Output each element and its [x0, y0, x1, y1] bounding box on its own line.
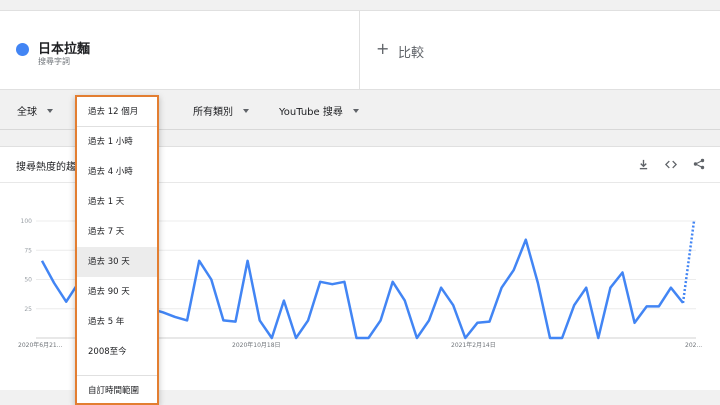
time-range-option[interactable]: 過去 7 天 [77, 217, 157, 247]
partial-data-line [681, 220, 696, 304]
search-term-sublabel: 搜尋字詞 [38, 57, 70, 66]
compare-label: 比較 [398, 46, 425, 61]
time-range-option[interactable]: 過去 30 天 [77, 247, 157, 277]
time-range-option[interactable]: 過去 1 小時 [77, 127, 157, 157]
card-title: 搜尋熱度的趨 [16, 162, 76, 173]
chevron-down-icon [243, 108, 249, 113]
x-tick-label: 2020年6月21... [18, 341, 63, 349]
embed-icon[interactable] [662, 155, 680, 173]
y-tick-label: 25 [24, 306, 32, 313]
time-range-options: 過去 1 小時 過去 4 小時 過去 1 天過去 7 天過去 30 天過去 90 天… [77, 127, 157, 367]
time-range-option[interactable]: 過去 1 天 [77, 187, 157, 217]
chevron-down-icon [47, 108, 53, 113]
time-range-dropdown[interactable]: 過去 12 個月 過去 1 小時 過去 4 小時 過去 1 天過去 7 天過去 30… [75, 95, 159, 405]
search-type-filter-label: YouTube 搜尋 [279, 107, 343, 118]
time-range-option[interactable]: 過去 5 年 [77, 307, 157, 337]
y-tick-label: 50 [24, 277, 32, 284]
region-filter[interactable]: 全球 [17, 103, 53, 118]
time-range-option[interactable]: 過去 4 小時 [77, 157, 157, 187]
x-tick-label: 2020年10月18日 [232, 341, 281, 349]
category-filter-label: 所有類別 [193, 107, 233, 118]
add-comparison-button[interactable]: + 比較 [360, 11, 720, 89]
y-tick-label: 75 [24, 247, 32, 254]
card-actions [634, 155, 708, 173]
series-color-dot [16, 43, 29, 56]
download-icon[interactable] [634, 155, 652, 173]
share-icon[interactable] [690, 155, 708, 173]
time-range-option[interactable]: 2008至今 [77, 337, 157, 367]
category-filter[interactable]: 所有類別 [193, 103, 249, 118]
search-type-filter[interactable]: YouTube 搜尋 [279, 103, 359, 118]
search-term-name[interactable]: 日本拉麵 [38, 38, 90, 57]
chevron-down-icon [352, 108, 359, 113]
time-range-selected[interactable]: 過去 12 個月 [77, 97, 157, 127]
region-filter-label: 全球 [17, 107, 37, 118]
custom-time-range-option[interactable]: 自訂時間範圍 [77, 376, 157, 403]
plus-icon: + [376, 39, 390, 58]
search-term-card[interactable]: 日本拉麵 搜尋字詞 [0, 11, 360, 89]
time-range-option[interactable]: 過去 90 天 [77, 277, 157, 307]
x-tick-label: 202... [685, 342, 702, 349]
x-tick-label: 2021年2月14日 [451, 341, 496, 349]
compare-bar: 日本拉麵 搜尋字詞 + 比較 [0, 10, 720, 90]
y-tick-label: 100 [21, 218, 33, 225]
